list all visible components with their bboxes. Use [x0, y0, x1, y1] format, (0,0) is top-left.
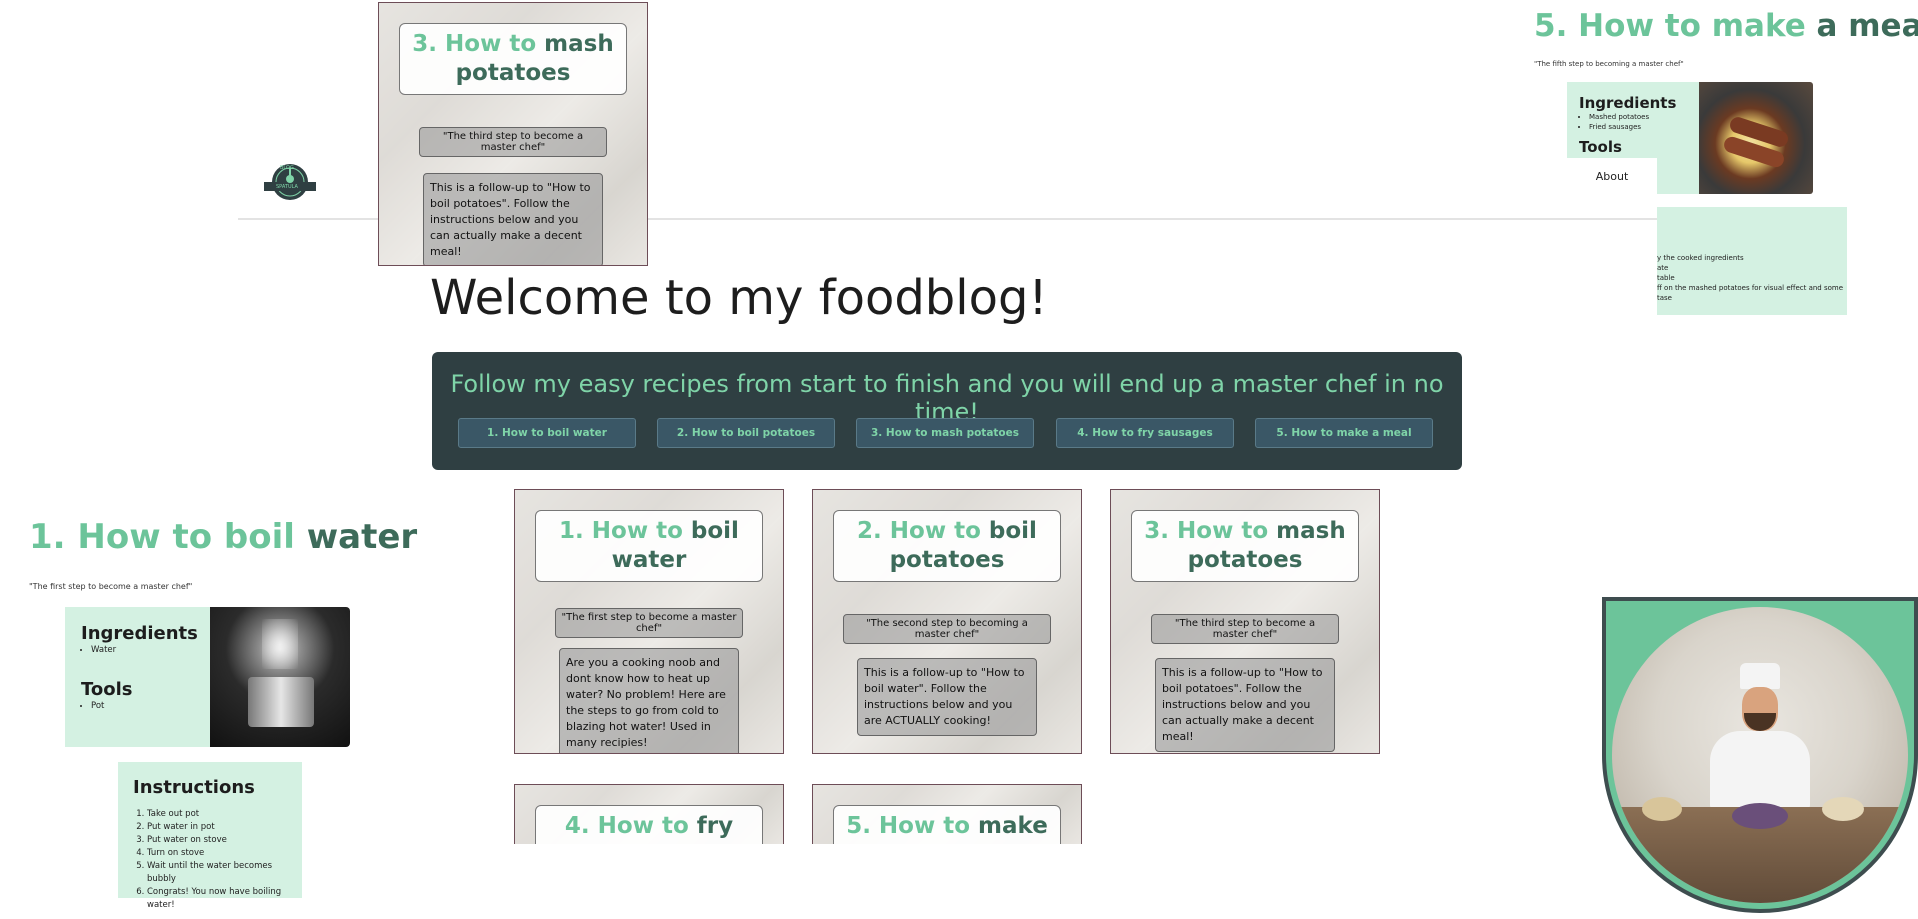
list-item: Fried sausages: [1589, 122, 1649, 132]
recipe-card-fry-sausages[interactable]: 4. How to fry: [514, 784, 784, 844]
list-item: Mashed potatoes: [1589, 112, 1649, 122]
nav-button-make-meal[interactable]: 5. How to make a meal: [1255, 418, 1433, 448]
card-title: 2. How to boil potatoes: [833, 510, 1061, 582]
nav-button-fry-sausages[interactable]: 4. How to fry sausages: [1056, 418, 1234, 448]
page-title: Welcome to my foodblog!: [430, 270, 1048, 326]
ingredients-heading: Ingredients: [1579, 94, 1677, 112]
nav-link-about[interactable]: About: [1567, 158, 1657, 194]
section-5-instructions: y the cooked ingredients ate table ff on…: [1657, 207, 1847, 315]
card-title: 5. How to make a: [833, 805, 1061, 844]
instructions-heading: Instructions: [133, 777, 255, 798]
floating-recipe-card[interactable]: 3. How to mash potatoes "The third step …: [378, 2, 648, 266]
card-description: This is a follow-up to "How to boil pota…: [1155, 658, 1335, 752]
card-description: Are you a cooking noob and dont know how…: [559, 648, 739, 753]
section-1-instructions: Instructions Take out pot Put water in p…: [118, 762, 302, 910]
card-quote: "The third step to become a master chef": [419, 127, 607, 157]
section-5-subtitle: "The fifth step to becoming a master che…: [1534, 60, 1684, 68]
card-description: This is a follow-up to "How to boil pota…: [423, 173, 603, 265]
instructions-list: y the cooked ingredients ate table ff on…: [1657, 253, 1847, 303]
logo-text-top: BLOG: [280, 165, 294, 171]
card-title: 3. How to mash potatoes: [399, 23, 627, 95]
section-1-title: 1. How to boil water: [29, 517, 418, 557]
ingredients-list: Mashed potatoes Fried sausages: [1579, 112, 1649, 132]
card-quote: "The third step to become a master chef": [1151, 614, 1339, 644]
list-item: table: [1657, 274, 1675, 282]
tools-list: Pot: [81, 701, 104, 711]
list-item: Turn on stove: [147, 847, 302, 860]
list-item: Wait until the water becomes bubbly: [147, 860, 302, 886]
recipe-card-mash-potatoes[interactable]: 3. How to mash potatoes "The third step …: [1110, 489, 1380, 754]
recipe-card-boil-water[interactable]: 1. How to boil water "The first step to …: [514, 489, 784, 754]
card-description: This is a follow-up to "How to boil wate…: [857, 658, 1037, 736]
card-title: 1. How to boil water: [535, 510, 763, 582]
nav-button-mash-potatoes[interactable]: 3. How to mash potatoes: [856, 418, 1034, 448]
ingredients-list: Water: [81, 645, 116, 655]
card-quote: "The second step to becoming a master ch…: [843, 614, 1051, 644]
list-item: Water: [91, 645, 116, 655]
list-item: Put water on stove: [147, 834, 302, 847]
list-item: Congrats! You now have boiling water!: [147, 886, 302, 912]
list-item: ate: [1657, 264, 1669, 272]
card-title: 4. How to fry: [535, 805, 763, 844]
chef-portrait-image: [1612, 607, 1908, 903]
list-item: ff on the mashed potatoes for visual eff…: [1657, 284, 1844, 302]
site-logo[interactable]: BLOG SPATULA: [262, 160, 318, 206]
list-item: y the cooked ingredients: [1657, 254, 1744, 262]
instructions-list: Take out pot Put water in pot Put water …: [133, 808, 302, 912]
section-1-subtitle: "The first step to become a master chef": [29, 582, 193, 591]
nav-button-boil-potatoes[interactable]: 2. How to boil potatoes: [657, 418, 835, 448]
boiling-pot-image: [210, 607, 350, 747]
nav-button-boil-water[interactable]: 1. How to boil water: [458, 418, 636, 448]
intro-banner: Follow my easy recipes from start to fin…: [432, 352, 1462, 470]
recipe-card-make-meal[interactable]: 5. How to make a: [812, 784, 1082, 844]
chef-portrait-frame: [1602, 597, 1918, 913]
tools-heading: Tools: [1579, 138, 1622, 156]
card-title: 3. How to mash potatoes: [1131, 510, 1359, 582]
recipe-card-boil-potatoes[interactable]: 2. How to boil potatoes "The second step…: [812, 489, 1082, 754]
meal-image: [1699, 82, 1813, 194]
logo-text-bottom: SPATULA: [276, 184, 298, 190]
card-quote: "The first step to become a master chef": [555, 608, 743, 638]
list-item: Pot: [91, 701, 104, 711]
list-item: Take out pot: [147, 808, 302, 821]
tools-heading: Tools: [81, 679, 133, 700]
ingredients-heading: Ingredients: [81, 623, 198, 644]
section-5-title: 5. How to make a meal: [1534, 8, 1918, 44]
list-item: Put water in pot: [147, 821, 302, 834]
section-1-info-box: Ingredients Water Tools Pot: [65, 607, 210, 747]
